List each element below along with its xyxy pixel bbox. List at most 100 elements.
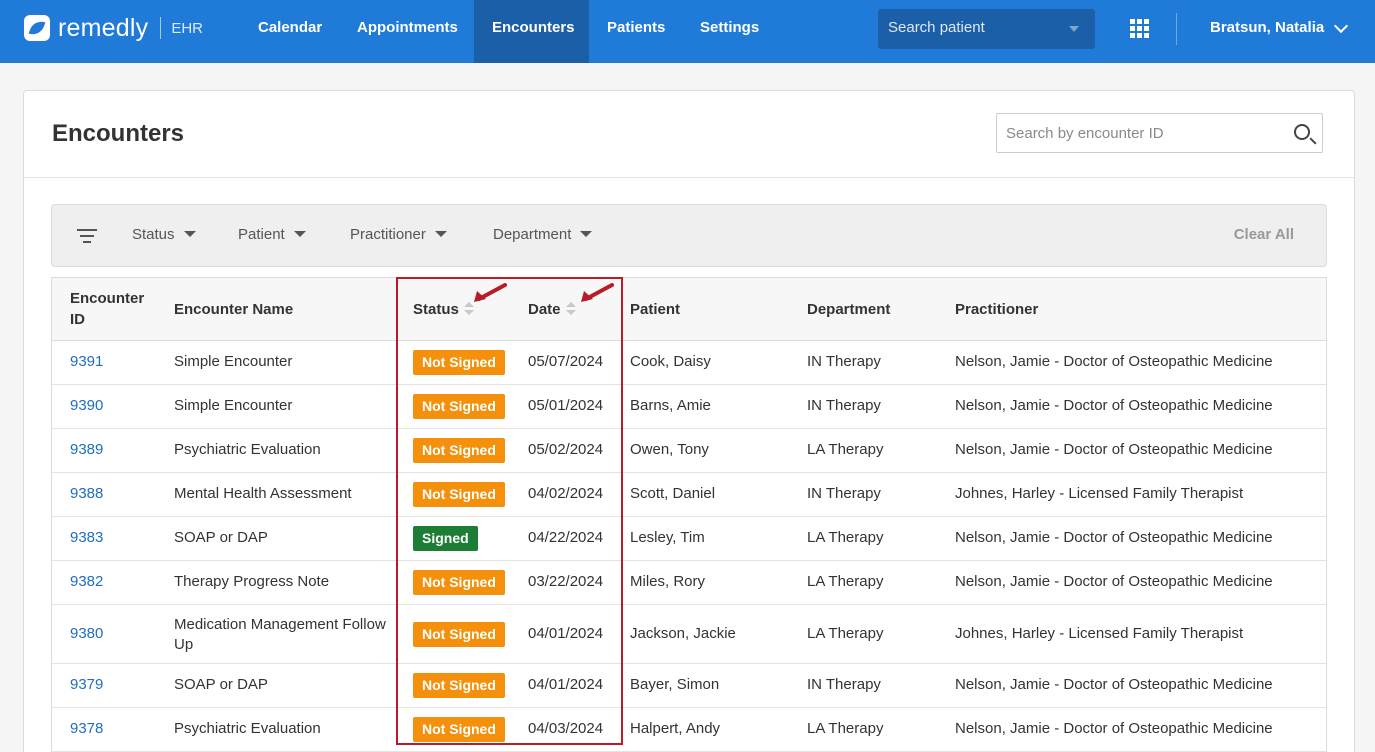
logo-text: remedly: [58, 13, 149, 42]
annotation-arrow-icon: [581, 283, 614, 302]
encounter-name: Medication Management Follow Up: [174, 615, 386, 653]
filter-department[interactable]: Department: [493, 226, 593, 243]
practitioner-name: Nelson, Jamie - Doctor of Osteopathic Me…: [955, 720, 1273, 737]
department-name: LA Therapy: [807, 529, 884, 546]
encounter-name: Mental Health Assessment: [174, 485, 352, 502]
encounter-id-link[interactable]: 9391: [70, 352, 103, 372]
logo-suffix: EHR: [171, 19, 203, 37]
department-name: LA Therapy: [807, 573, 884, 590]
encounters-card: Encounters Status Patient Practitioner D…: [23, 90, 1355, 752]
column-header-encounter-id: Encounter ID: [70, 290, 145, 328]
practitioner-name: Nelson, Jamie - Doctor of Osteopathic Me…: [955, 441, 1273, 458]
filter-practitioner[interactable]: Practitioner: [350, 226, 447, 243]
patient-name: Scott, Daniel: [630, 485, 716, 502]
table-row[interactable]: 9378 Psychiatric Evaluation 04/03/2024 Halp…: [52, 708, 1326, 752]
encounter-id-link[interactable]: 9389: [70, 440, 103, 460]
encounter-id-link[interactable]: 9382: [70, 572, 103, 592]
patient-name: Lesley, Tim: [630, 529, 705, 546]
practitioner-name: Nelson, Jamie - Doctor of Osteopathic Me…: [955, 573, 1273, 590]
filter-patient-label: Patient: [238, 226, 285, 243]
patient-name: Miles, Rory: [630, 573, 706, 590]
table-header: Encounter ID Encounter Name Status Date …: [52, 278, 1326, 341]
leaf-logo-icon: [24, 15, 50, 41]
chevron-down-icon[interactable]: [1333, 18, 1349, 34]
encounters-table: Encounter ID Encounter Name Status Date …: [51, 277, 1327, 752]
encounter-name: Simple Encounter: [174, 397, 293, 414]
encounter-id-link[interactable]: 9383: [70, 528, 103, 548]
encounter-id-link[interactable]: 9390: [70, 396, 103, 416]
caret-down-icon: [1069, 26, 1079, 32]
department-name: LA Therapy: [807, 720, 884, 737]
patient-name: Cook, Daisy: [630, 353, 711, 370]
annotation-arrow-icon: [474, 283, 507, 302]
encounter-name: SOAP or DAP: [174, 676, 268, 693]
table-row[interactable]: 9389 Psychiatric Evaluation 05/02/2024 Owen…: [52, 429, 1326, 473]
column-header-encounter-name: Encounter Name: [174, 301, 294, 318]
encounter-name: Psychiatric Evaluation: [174, 720, 321, 737]
filter-bar: Status Patient Practitioner Department C…: [51, 204, 1327, 267]
user-menu[interactable]: Bratsun, Natalia: [1210, 19, 1324, 36]
table-row[interactable]: 9383 SOAP or DAP 04/22/2024 Lesley, Tim LA T…: [52, 517, 1326, 561]
practitioner-name: Johnes, Harley - Licensed Family Therapi…: [955, 485, 1244, 502]
practitioner-name: Nelson, Jamie - Doctor of Osteopathic Me…: [955, 676, 1273, 693]
practitioner-name: Nelson, Jamie - Doctor of Osteopathic Me…: [955, 397, 1273, 414]
filter-status[interactable]: Status: [132, 226, 196, 243]
filter-patient[interactable]: Patient: [238, 226, 306, 243]
caret-down-icon: [183, 231, 196, 237]
department-name: LA Therapy: [807, 441, 884, 458]
encounter-id-search-input[interactable]: [996, 113, 1323, 153]
nav-divider: [1176, 13, 1177, 45]
table-row[interactable]: 9390 Simple Encounter 05/01/2024 Barns, Ami…: [52, 385, 1326, 429]
filter-practitioner-label: Practitioner: [350, 226, 426, 243]
filter-lines-icon[interactable]: [77, 229, 97, 245]
search-patient-placeholder: Search patient: [888, 19, 985, 36]
caret-down-icon: [293, 231, 306, 237]
practitioner-name: Johnes, Harley - Licensed Family Therapi…: [955, 624, 1244, 642]
nav-calendar[interactable]: Calendar: [240, 0, 340, 63]
practitioner-name: Nelson, Jamie - Doctor of Osteopathic Me…: [955, 529, 1273, 546]
encounter-name: Therapy Progress Note: [174, 573, 330, 590]
annotation-highlight-box: [396, 277, 623, 745]
table-row[interactable]: 9391 Simple Encounter 05/07/2024 Cook, Dais…: [52, 341, 1326, 385]
encounter-id-link[interactable]: 9380: [70, 624, 103, 644]
page-title: Encounters: [52, 120, 185, 147]
app-logo[interactable]: remedly EHR: [24, 13, 203, 43]
encounter-id-link[interactable]: 9378: [70, 719, 103, 739]
caret-down-icon: [580, 231, 593, 237]
encounter-id-link[interactable]: 9388: [70, 484, 103, 504]
column-header-department: Department: [807, 301, 891, 318]
top-nav-bar: remedly EHR Calendar Appointments Encoun…: [0, 0, 1375, 63]
filter-status-label: Status: [132, 226, 175, 243]
apps-grid-icon[interactable]: [1130, 19, 1149, 38]
table-row[interactable]: 9388 Mental Health Assessment 04/02/2024 Sc…: [52, 473, 1326, 517]
nav-encounters[interactable]: Encounters: [474, 0, 589, 63]
department-name: IN Therapy: [807, 485, 881, 502]
nav-settings[interactable]: Settings: [682, 0, 777, 63]
encounter-name: Psychiatric Evaluation: [174, 441, 321, 458]
department-name: IN Therapy: [807, 397, 881, 414]
table-row[interactable]: 9380 Medication Management Follow Up 04/01…: [52, 605, 1326, 664]
table-row[interactable]: 9379 SOAP or DAP 04/01/2024 Bayer, Simon IN …: [52, 664, 1326, 708]
encounter-name: Simple Encounter: [174, 353, 293, 370]
patient-name: Jackson, Jackie: [630, 624, 736, 642]
column-header-patient: Patient: [630, 301, 681, 318]
table-row[interactable]: 9382 Therapy Progress Note 03/22/2024 Miles…: [52, 561, 1326, 605]
patient-name: Barns, Amie: [630, 397, 711, 414]
filter-department-label: Department: [493, 226, 572, 243]
card-header: Encounters: [24, 91, 1354, 178]
caret-down-icon: [434, 231, 447, 237]
nav-patients[interactable]: Patients: [589, 0, 683, 63]
patient-name: Owen, Tony: [630, 441, 709, 458]
search-patient-dropdown[interactable]: Search patient: [878, 9, 1095, 49]
clear-all-button[interactable]: Clear All: [1234, 226, 1294, 243]
logo-divider: [160, 17, 162, 39]
department-name: IN Therapy: [807, 676, 881, 693]
search-icon[interactable]: [1294, 124, 1310, 140]
encounter-name: SOAP or DAP: [174, 529, 268, 546]
practitioner-name: Nelson, Jamie - Doctor of Osteopathic Me…: [955, 353, 1273, 370]
patient-name: Bayer, Simon: [630, 676, 720, 693]
column-header-practitioner: Practitioner: [955, 301, 1039, 318]
nav-appointments[interactable]: Appointments: [339, 0, 476, 63]
encounter-id-link[interactable]: 9379: [70, 675, 103, 695]
department-name: IN Therapy: [807, 353, 881, 370]
